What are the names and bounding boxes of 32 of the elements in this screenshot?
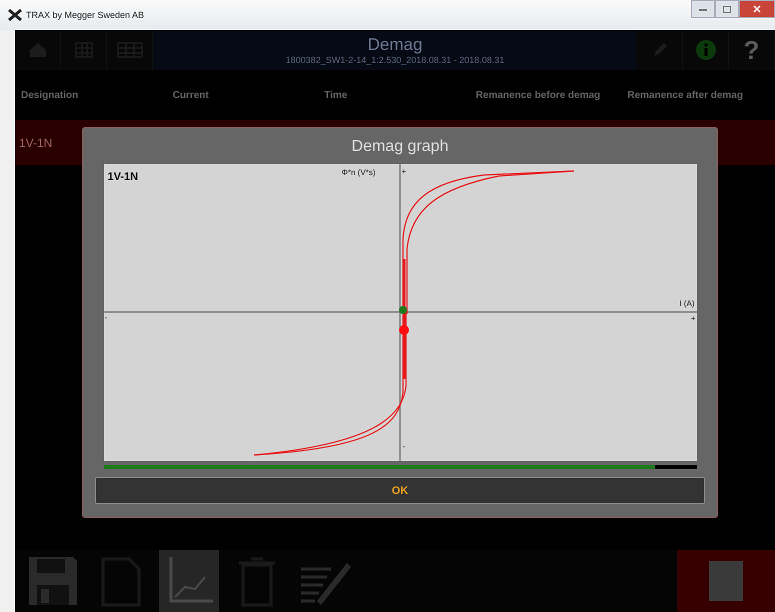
stop-icon bbox=[709, 561, 743, 601]
y-axis-max-mark: + bbox=[402, 167, 406, 176]
ok-button[interactable]: OK bbox=[95, 477, 705, 504]
stop-button[interactable] bbox=[677, 550, 775, 612]
info-icon bbox=[694, 39, 716, 61]
window-title: TRAX by Megger Sweden AB bbox=[26, 10, 144, 20]
column-header: Current bbox=[172, 90, 210, 100]
close-icon bbox=[753, 5, 761, 13]
x-axis-max-mark: + bbox=[690, 314, 696, 323]
column-header: Remanence before demag bbox=[476, 90, 602, 100]
column-header: Remanence after demag bbox=[627, 90, 744, 100]
y-axis-min-mark: - bbox=[402, 442, 406, 451]
minimize-button[interactable] bbox=[691, 0, 715, 18]
x-axis-min-mark: - bbox=[104, 313, 108, 322]
help-button[interactable]: ? bbox=[729, 30, 775, 70]
designation-cell: 1V-1N bbox=[19, 136, 52, 150]
graph-label: 1V-1N bbox=[108, 171, 138, 183]
minimize-icon bbox=[699, 7, 707, 11]
remanence-before-point bbox=[398, 306, 406, 314]
column-header: Time bbox=[324, 90, 348, 100]
y-axis-label: Φ*n (V*s) bbox=[342, 168, 376, 177]
close-button[interactable] bbox=[739, 0, 775, 18]
maximize-icon bbox=[723, 6, 731, 12]
x-axis-label: I (A) bbox=[679, 299, 694, 308]
test-subtitle: 1800382_SW1-2-14_1:2.530_2018.08.31 - 2018.08.31 bbox=[286, 55, 504, 65]
dialog-title: Demag graph bbox=[352, 138, 448, 157]
graph-button[interactable] bbox=[159, 550, 219, 612]
column-header: Designation bbox=[21, 90, 80, 100]
x-logo-icon bbox=[8, 9, 22, 21]
screen-title: Demag bbox=[368, 35, 422, 55]
remanence-after-point bbox=[398, 325, 408, 335]
maximize-button[interactable] bbox=[715, 0, 739, 18]
